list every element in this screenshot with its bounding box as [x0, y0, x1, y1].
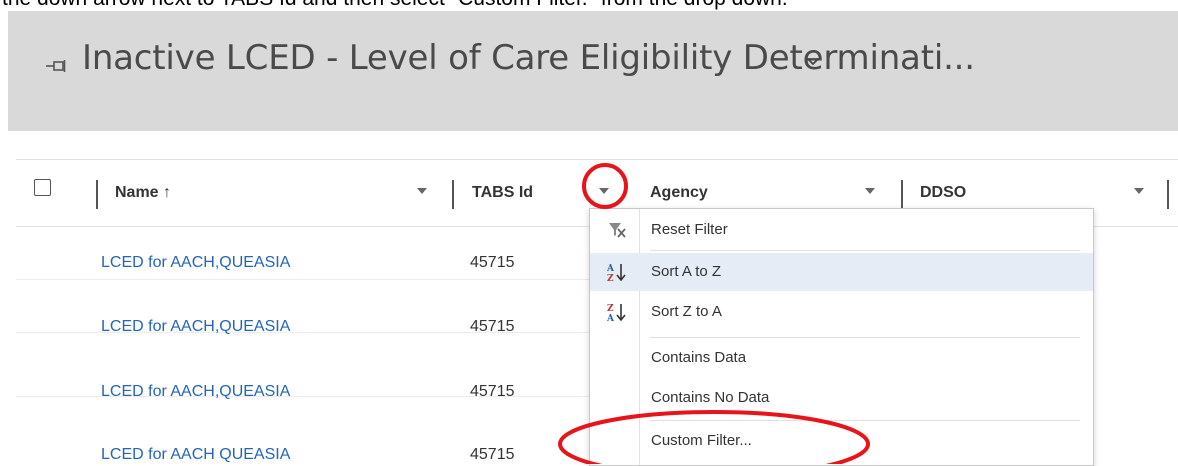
menu-item-label: Contains Data — [651, 349, 747, 366]
menu-item-contains-data[interactable]: Contains Data — [590, 339, 1093, 377]
column-header-name[interactable]: Name ↑ — [115, 184, 171, 202]
column-filter-menu: Reset Filter A Z Sort A to Z Z A Sort Z … — [589, 208, 1094, 466]
column-separator — [901, 180, 903, 209]
column-separator — [1167, 180, 1169, 209]
sort-z-a-icon: Z A — [606, 304, 626, 322]
name-filter-arrow[interactable] — [417, 188, 427, 194]
row-name-link[interactable]: LCED for AACH QUEASIA — [101, 446, 290, 464]
tabs-id-filter-arrow[interactable] — [599, 188, 609, 194]
menu-item-sort-a-z[interactable]: A Z Sort A to Z — [590, 253, 1093, 291]
row-tabs-id: 45715 — [470, 254, 515, 271]
instruction-text: the down arrow next to TABS Id and then … — [0, 0, 1178, 11]
row-name-link[interactable]: LCED for AACH,QUEASIA — [101, 383, 290, 401]
chevron-down-icon[interactable] — [806, 55, 820, 69]
ddso-filter-arrow[interactable] — [1134, 188, 1144, 194]
menu-item-sort-z-a[interactable]: Z A Sort Z to A — [590, 293, 1093, 331]
column-separator — [96, 180, 98, 209]
menu-item-contains-no-data[interactable]: Contains No Data — [590, 379, 1093, 417]
row-tabs-id: 45715 — [470, 318, 515, 335]
select-all-checkbox[interactable] — [34, 179, 51, 196]
svg-text:A: A — [606, 264, 615, 274]
menu-divider — [650, 420, 1080, 421]
svg-text:Z: Z — [607, 304, 614, 314]
column-header-agency[interactable]: Agency — [650, 184, 708, 202]
menu-item-label: Contains No Data — [651, 389, 770, 406]
row-tabs-id: 45715 — [470, 383, 515, 400]
menu-item-custom-filter[interactable]: Custom Filter... — [590, 422, 1093, 460]
menu-item-reset-filter[interactable]: Reset Filter — [590, 211, 1093, 249]
row-name-link[interactable]: LCED for AACH,QUEASIA — [101, 318, 290, 336]
menu-item-label: Sort Z to A — [651, 303, 722, 320]
menu-divider — [650, 250, 1080, 251]
pin-icon[interactable] — [46, 60, 68, 72]
menu-item-label: Custom Filter... — [651, 432, 752, 449]
svg-text:Z: Z — [607, 274, 614, 282]
menu-item-label: Reset Filter — [651, 221, 728, 238]
row-tabs-id: 45715 — [470, 446, 515, 463]
view-title[interactable]: Inactive LCED - Level of Care Eligibilit… — [82, 38, 975, 78]
agency-filter-arrow[interactable] — [865, 188, 875, 194]
column-separator — [452, 180, 454, 209]
reset-filter-icon — [609, 223, 626, 238]
column-header-ddso[interactable]: DDSO — [920, 184, 966, 202]
row-name-link[interactable]: LCED for AACH,QUEASIA — [101, 254, 290, 272]
svg-text:A: A — [606, 314, 615, 322]
column-header-tabs-id[interactable]: TABS Id — [472, 184, 533, 202]
sort-a-z-icon: A Z — [606, 264, 626, 282]
menu-item-label: Sort A to Z — [651, 263, 722, 280]
menu-divider — [650, 337, 1080, 338]
